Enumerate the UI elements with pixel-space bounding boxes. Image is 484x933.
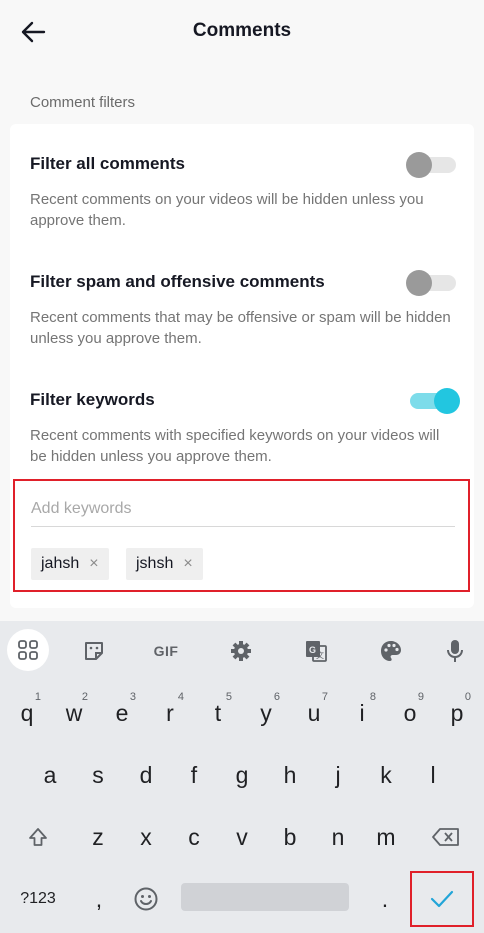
- sticker-icon[interactable]: [74, 631, 114, 671]
- key-l[interactable]: l: [411, 751, 455, 799]
- comma-key[interactable]: ,: [77, 875, 121, 923]
- filter-description: Recent comments on your videos will be h…: [30, 191, 424, 229]
- key-p[interactable]: p0: [435, 689, 479, 737]
- key-e[interactable]: e3: [100, 689, 144, 737]
- key-i[interactable]: i8: [340, 689, 384, 737]
- key-k[interactable]: k: [364, 751, 408, 799]
- key-d[interactable]: d: [124, 751, 168, 799]
- symbols-key[interactable]: ?123: [10, 875, 66, 923]
- key-f[interactable]: f: [172, 751, 216, 799]
- gear-icon[interactable]: [221, 631, 261, 671]
- key-a[interactable]: a: [28, 751, 72, 799]
- key-y[interactable]: y6: [244, 689, 288, 737]
- key-b[interactable]: b: [268, 813, 312, 861]
- filter-all-toggle[interactable]: [406, 150, 460, 180]
- microphone-icon[interactable]: [435, 631, 475, 671]
- enter-key[interactable]: [410, 871, 474, 927]
- shift-arrow-icon: [29, 828, 47, 846]
- keyword-chip-label: jahsh: [41, 555, 80, 572]
- filter-description: Recent comments with specified keywords …: [30, 427, 440, 465]
- page-title: Comments: [192, 20, 292, 41]
- key-s[interactable]: s: [76, 751, 120, 799]
- period-key[interactable]: .: [363, 875, 407, 923]
- filter-spam-toggle[interactable]: [406, 268, 460, 298]
- key-g[interactable]: g: [220, 751, 264, 799]
- keyword-section: jahsh × jshsh ×: [13, 479, 470, 592]
- keyword-chip-label: jshsh: [136, 555, 174, 572]
- key-c[interactable]: c: [172, 813, 216, 861]
- filter-title: Filter keywords: [30, 390, 155, 409]
- key-q[interactable]: q1: [5, 689, 49, 737]
- filter-row-keywords: Filter keywords Recent comments with spe…: [30, 388, 460, 467]
- svg-text:文: 文: [316, 650, 324, 660]
- key-m[interactable]: m: [364, 813, 408, 861]
- svg-text:G: G: [309, 645, 316, 655]
- shift-key[interactable]: [16, 813, 60, 861]
- key-x[interactable]: x: [124, 813, 168, 861]
- filter-row-spam: Filter spam and offensive comments Recen…: [30, 270, 460, 349]
- filter-description: Recent comments that may be offensive or…: [30, 309, 451, 347]
- filter-title: Filter all comments: [30, 154, 185, 173]
- emoji-icon: [134, 887, 158, 911]
- key-o[interactable]: o9: [388, 689, 432, 737]
- keyword-chip: jahsh ×: [31, 548, 109, 580]
- app-header: Comments: [0, 0, 484, 64]
- filter-keywords-toggle[interactable]: [406, 386, 460, 416]
- remove-keyword-icon[interactable]: ×: [89, 555, 98, 573]
- key-u[interactable]: u7: [292, 689, 336, 737]
- key-r[interactable]: r4: [148, 689, 192, 737]
- section-label: Comment filters: [30, 94, 136, 111]
- space-bar[interactable]: [181, 883, 349, 911]
- filter-row-all: Filter all comments Recent comments on y…: [30, 152, 460, 231]
- backspace-icon: [432, 828, 459, 846]
- soft-keyboard: GIF G 文 q 1 w 2 e 3 r 4 t 5 y 6 u 7 i 8 …: [0, 621, 484, 933]
- remove-keyword-icon[interactable]: ×: [183, 555, 192, 573]
- key-v[interactable]: v: [220, 813, 264, 861]
- key-j[interactable]: j: [316, 751, 360, 799]
- key-z[interactable]: z: [76, 813, 120, 861]
- key-n[interactable]: n: [316, 813, 360, 861]
- checkmark-icon: [430, 890, 454, 908]
- translate-icon[interactable]: G 文: [296, 631, 336, 671]
- backspace-key[interactable]: [424, 813, 468, 861]
- key-h[interactable]: h: [268, 751, 312, 799]
- keyword-chip: jshsh ×: [126, 548, 203, 580]
- grid-icon[interactable]: [7, 629, 49, 671]
- filter-title: Filter spam and offensive comments: [30, 272, 325, 291]
- palette-icon[interactable]: [371, 631, 411, 671]
- add-keywords-input[interactable]: [31, 491, 455, 527]
- emoji-key[interactable]: [124, 875, 168, 923]
- keyboard-toolbar: GIF G 文: [0, 621, 484, 679]
- key-t[interactable]: t5: [196, 689, 240, 737]
- gif-button[interactable]: GIF: [146, 631, 186, 671]
- key-w[interactable]: w2: [52, 689, 96, 737]
